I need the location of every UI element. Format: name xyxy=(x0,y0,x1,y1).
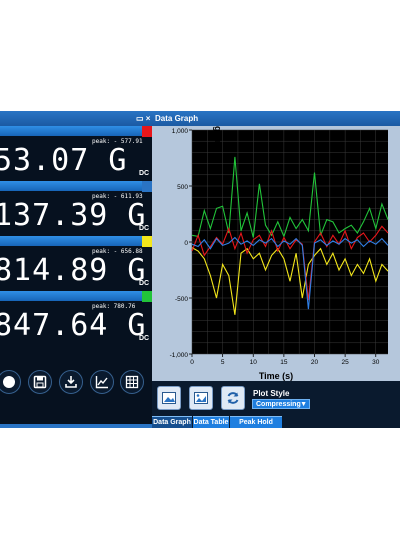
reading-panel-1: peak: - 577.91 53.07 G DC xyxy=(0,126,152,181)
data-chart: 1,000 500 0 -500 -1,000 0 5 10 15 20 25 30 gauss T… xyxy=(170,126,389,381)
graph-controls: Plot Style Compressing ▼ Data Graph Data… xyxy=(152,381,400,428)
plot-style-select[interactable]: Compressing ▼ xyxy=(252,399,310,409)
window-control-icons[interactable]: ▭ × xyxy=(136,114,150,123)
y-tick-label: -1,000 xyxy=(170,352,189,359)
graph-panel: 1,000 500 0 -500 -1,000 0 5 10 15 20 25 30 gauss T… xyxy=(152,126,400,428)
x-tick-label: 25 xyxy=(342,359,350,366)
x-axis-label: Time (s) xyxy=(259,371,293,381)
image-icon xyxy=(162,392,176,404)
refresh-icon xyxy=(227,392,239,404)
download-icon xyxy=(65,376,77,388)
image-alt-icon xyxy=(194,392,208,404)
reading-value: 814.89 G xyxy=(0,253,147,288)
chevron-down-icon: ▼ xyxy=(300,401,307,408)
dc-badge: DC xyxy=(139,170,150,177)
graph-button[interactable] xyxy=(90,370,114,394)
plot-style-value: Compressing xyxy=(256,401,301,408)
y-tick-label: 1,000 xyxy=(172,128,189,135)
download-button[interactable] xyxy=(59,370,83,394)
table-icon xyxy=(125,375,139,389)
save-button[interactable] xyxy=(28,370,52,394)
y-tick-label: 0 xyxy=(184,240,188,247)
window-title: Data Graph xyxy=(155,114,199,123)
dc-badge: DC xyxy=(139,335,150,342)
x-tick-label: 10 xyxy=(250,359,258,366)
x-tick-label: 0 xyxy=(190,359,194,366)
readings-panel: peak: - 577.91 53.07 G DC peak: - 611.93… xyxy=(0,126,152,428)
x-axis-ticks: 0 5 10 15 20 25 30 xyxy=(190,354,380,366)
y-axis-ticks: 1,000 500 0 -500 -1,000 xyxy=(170,128,192,359)
reading-header-bar xyxy=(0,126,142,136)
reading-value: 847.64 G xyxy=(0,308,147,343)
channel-indicator-green xyxy=(142,291,152,302)
save-icon xyxy=(33,375,47,389)
tab-peak-hold-table[interactable]: Peak Hold Table xyxy=(230,416,282,428)
reading-header-bar xyxy=(0,181,142,191)
record-button[interactable] xyxy=(0,370,21,394)
reading-panel-4: peak: 780.76 847.64 G DC xyxy=(0,291,152,346)
y-axis-label: gauss xyxy=(213,126,223,152)
y-tick-label: -500 xyxy=(175,296,188,303)
reading-panel-3: peak: - 656.88 814.89 G DC xyxy=(0,236,152,291)
bottom-strip xyxy=(0,424,152,428)
image-alt-button[interactable] xyxy=(189,386,213,410)
x-tick-label: 20 xyxy=(311,359,319,366)
image-button[interactable] xyxy=(157,386,181,410)
x-tick-label: 15 xyxy=(280,359,288,366)
record-icon xyxy=(3,376,15,388)
app-window: ▭ × Data Graph peak: - 577.91 53.07 G DC… xyxy=(0,111,400,428)
refresh-button[interactable] xyxy=(221,386,245,410)
window-titlebar: ▭ × Data Graph xyxy=(0,111,400,126)
channel-indicator-yellow xyxy=(142,236,152,247)
graph-icon xyxy=(95,376,108,389)
plot-style-label: Plot Style xyxy=(253,389,290,398)
reading-header-bar xyxy=(0,236,142,246)
reading-toolbar xyxy=(0,367,152,399)
grid xyxy=(191,129,388,355)
table-button[interactable] xyxy=(120,370,144,394)
x-tick-label: 30 xyxy=(372,359,380,366)
y-tick-label: 500 xyxy=(177,184,188,191)
channel-indicator-red xyxy=(142,126,152,137)
reading-value: 53.07 G xyxy=(0,143,128,178)
reading-value: 137.39 G xyxy=(0,198,147,233)
reading-header-bar xyxy=(0,291,142,301)
x-tick-label: 5 xyxy=(221,359,225,366)
dc-badge: DC xyxy=(139,225,150,232)
tab-data-graph[interactable]: Data Graph xyxy=(152,416,192,428)
dc-badge: DC xyxy=(139,280,150,287)
tab-data-table[interactable]: Data Table xyxy=(193,416,229,428)
reading-panel-2: peak: - 611.93 137.39 G DC xyxy=(0,181,152,236)
channel-indicator-blue xyxy=(142,181,152,192)
